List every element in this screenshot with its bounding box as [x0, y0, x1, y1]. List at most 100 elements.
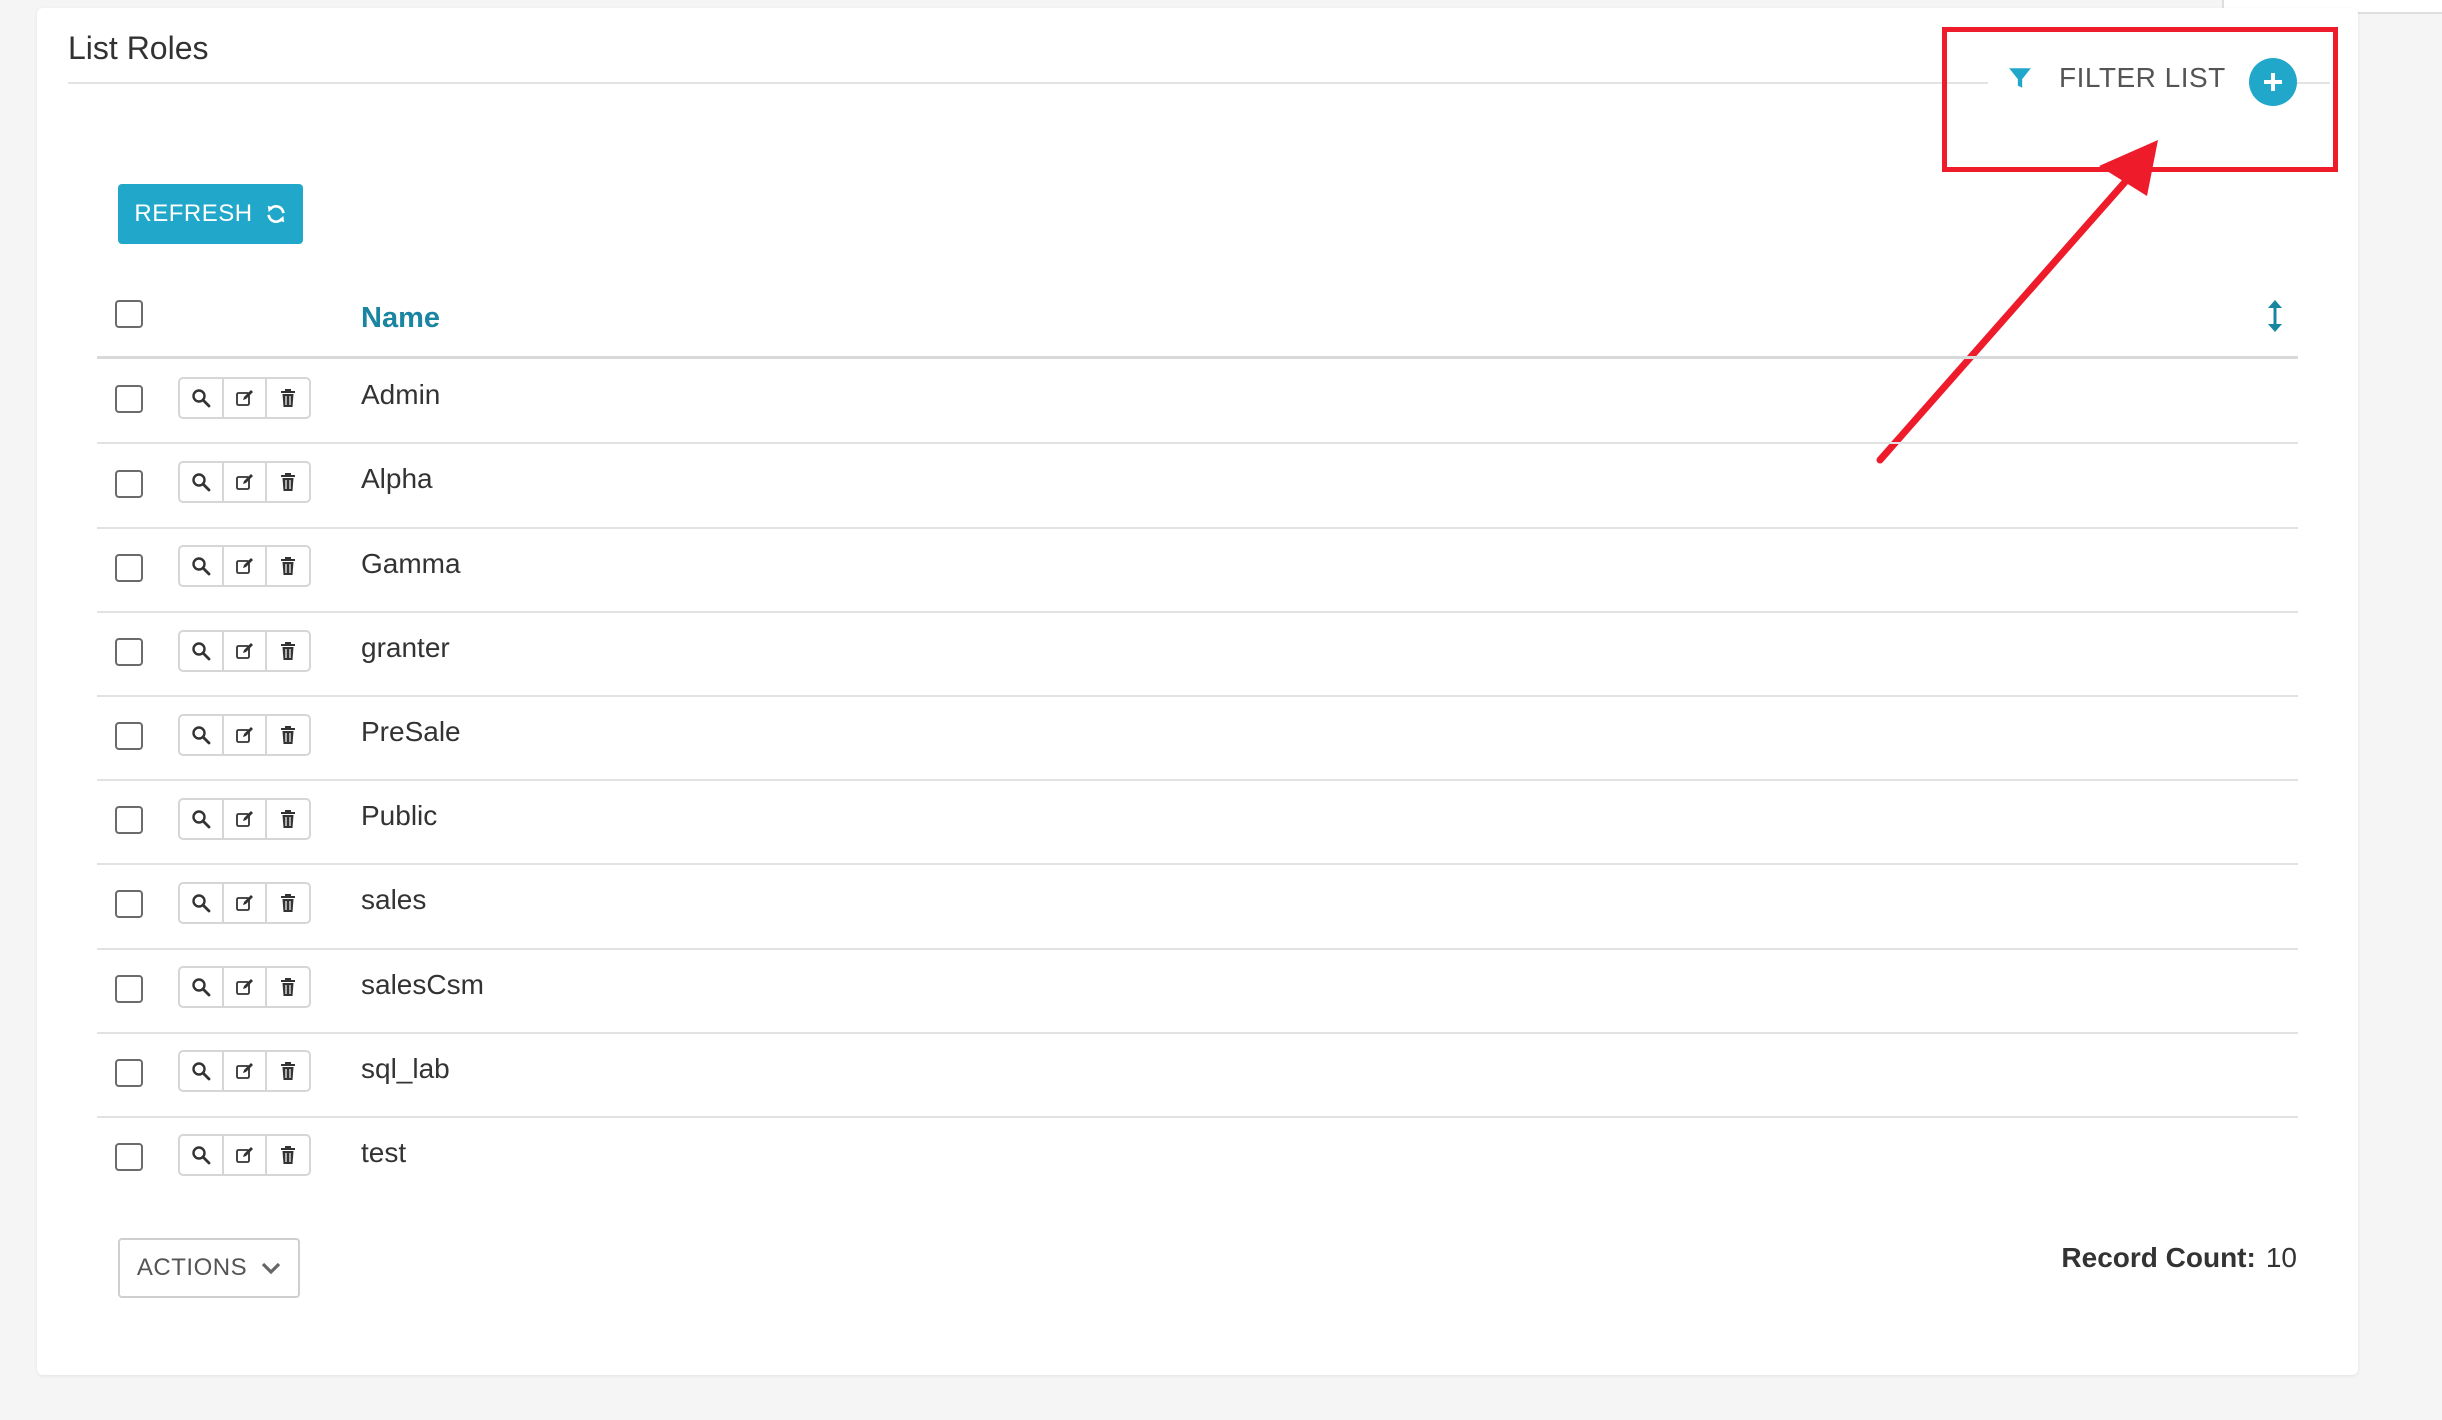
header-divider — [97, 356, 2298, 359]
delete-button[interactable] — [267, 968, 309, 1006]
select-all-checkbox[interactable] — [115, 300, 143, 328]
search-icon — [192, 1062, 211, 1081]
plus-icon — [2264, 73, 2282, 91]
edit-button[interactable] — [224, 884, 268, 922]
filter-funnel-icon — [2009, 68, 2031, 88]
delete-button[interactable] — [267, 632, 309, 670]
row-checkbox[interactable] — [115, 1143, 143, 1171]
row-checkbox[interactable] — [115, 638, 143, 666]
delete-button[interactable] — [267, 716, 309, 754]
add-record-button[interactable] — [2249, 58, 2297, 106]
row-name-cell: Public — [361, 800, 438, 831]
row-action-group — [178, 714, 311, 756]
edit-button[interactable] — [224, 800, 268, 838]
delete-button[interactable] — [267, 1052, 309, 1090]
trash-icon — [281, 557, 296, 575]
view-button[interactable] — [180, 547, 224, 585]
trash-icon — [281, 389, 296, 407]
filter-list-button[interactable]: FILTER LIST — [2007, 58, 2226, 98]
edit-icon — [235, 558, 253, 574]
row-checkbox[interactable] — [115, 975, 143, 1003]
row-divider — [97, 1032, 2298, 1034]
refresh-label: REFRESH — [134, 200, 253, 227]
view-button[interactable] — [180, 1052, 224, 1090]
trash-icon — [281, 1146, 296, 1164]
delete-button[interactable] — [267, 884, 309, 922]
row-divider — [97, 442, 2298, 444]
edit-button[interactable] — [224, 632, 268, 670]
trash-icon — [281, 726, 296, 744]
row-name-cell: Admin — [361, 379, 441, 410]
edit-icon — [235, 1063, 253, 1079]
view-button[interactable] — [180, 968, 224, 1006]
row-name-cell: salesCsm — [361, 969, 484, 1000]
edit-icon — [235, 643, 253, 659]
row-checkbox[interactable] — [115, 385, 143, 413]
view-button[interactable] — [180, 379, 224, 417]
delete-button[interactable] — [267, 379, 309, 417]
list-panel — [37, 8, 2358, 1375]
row-name-cell: Gamma — [361, 548, 461, 579]
row-action-group — [178, 966, 311, 1008]
edit-button[interactable] — [224, 716, 268, 754]
row-name-cell: sql_lab — [361, 1053, 450, 1084]
edit-button[interactable] — [224, 379, 268, 417]
row-checkbox[interactable] — [115, 890, 143, 918]
search-icon — [192, 1146, 211, 1165]
row-action-group — [178, 545, 311, 587]
trash-icon — [281, 810, 296, 828]
edit-button[interactable] — [224, 463, 268, 501]
view-button[interactable] — [180, 632, 224, 670]
trash-icon — [281, 1062, 296, 1080]
record-count-value: 10 — [2265, 1242, 2297, 1273]
trash-icon — [281, 978, 296, 996]
trash-icon — [281, 894, 296, 912]
view-button[interactable] — [180, 884, 224, 922]
row-checkbox[interactable] — [115, 806, 143, 834]
row-name-cell: Alpha — [361, 463, 433, 494]
view-button[interactable] — [180, 1136, 224, 1174]
row-name-cell: PreSale — [361, 716, 461, 747]
delete-button[interactable] — [267, 547, 309, 585]
row-divider — [97, 948, 2298, 950]
edit-icon — [235, 390, 253, 406]
view-button[interactable] — [180, 716, 224, 754]
delete-button[interactable] — [267, 463, 309, 501]
edit-icon — [235, 895, 253, 911]
edit-button[interactable] — [224, 968, 268, 1006]
row-checkbox[interactable] — [115, 470, 143, 498]
row-name-cell: test — [361, 1137, 407, 1168]
view-button[interactable] — [180, 463, 224, 501]
search-icon — [192, 726, 211, 745]
edit-button[interactable] — [224, 1052, 268, 1090]
search-icon — [192, 389, 211, 408]
row-action-group — [178, 461, 311, 503]
edit-icon — [235, 474, 253, 490]
filter-list-label: FILTER LIST — [2059, 62, 2226, 93]
actions-dropdown[interactable]: ACTIONS — [118, 1238, 300, 1298]
actions-label: ACTIONS — [136, 1254, 248, 1281]
sort-vertical-icon[interactable] — [2262, 298, 2288, 334]
edit-button[interactable] — [224, 547, 268, 585]
column-header-name[interactable]: Name — [361, 302, 440, 335]
row-checkbox[interactable] — [115, 722, 143, 750]
row-divider — [97, 779, 2298, 781]
row-divider — [97, 611, 2298, 613]
row-checkbox[interactable] — [115, 1059, 143, 1087]
search-icon — [192, 894, 211, 913]
edit-button[interactable] — [224, 1136, 268, 1174]
view-button[interactable] — [180, 800, 224, 838]
refresh-button[interactable]: REFRESH — [118, 184, 303, 244]
edit-icon — [235, 1147, 253, 1163]
row-checkbox[interactable] — [115, 554, 143, 582]
edit-icon — [235, 727, 253, 743]
row-action-group — [178, 1134, 311, 1176]
row-name-cell: granter — [361, 632, 450, 663]
delete-button[interactable] — [267, 1136, 309, 1174]
search-icon — [192, 810, 211, 829]
row-divider — [97, 695, 2298, 697]
page-title: List Roles — [68, 30, 209, 66]
delete-button[interactable] — [267, 800, 309, 838]
title-divider — [68, 82, 1988, 84]
row-action-group — [178, 630, 311, 672]
